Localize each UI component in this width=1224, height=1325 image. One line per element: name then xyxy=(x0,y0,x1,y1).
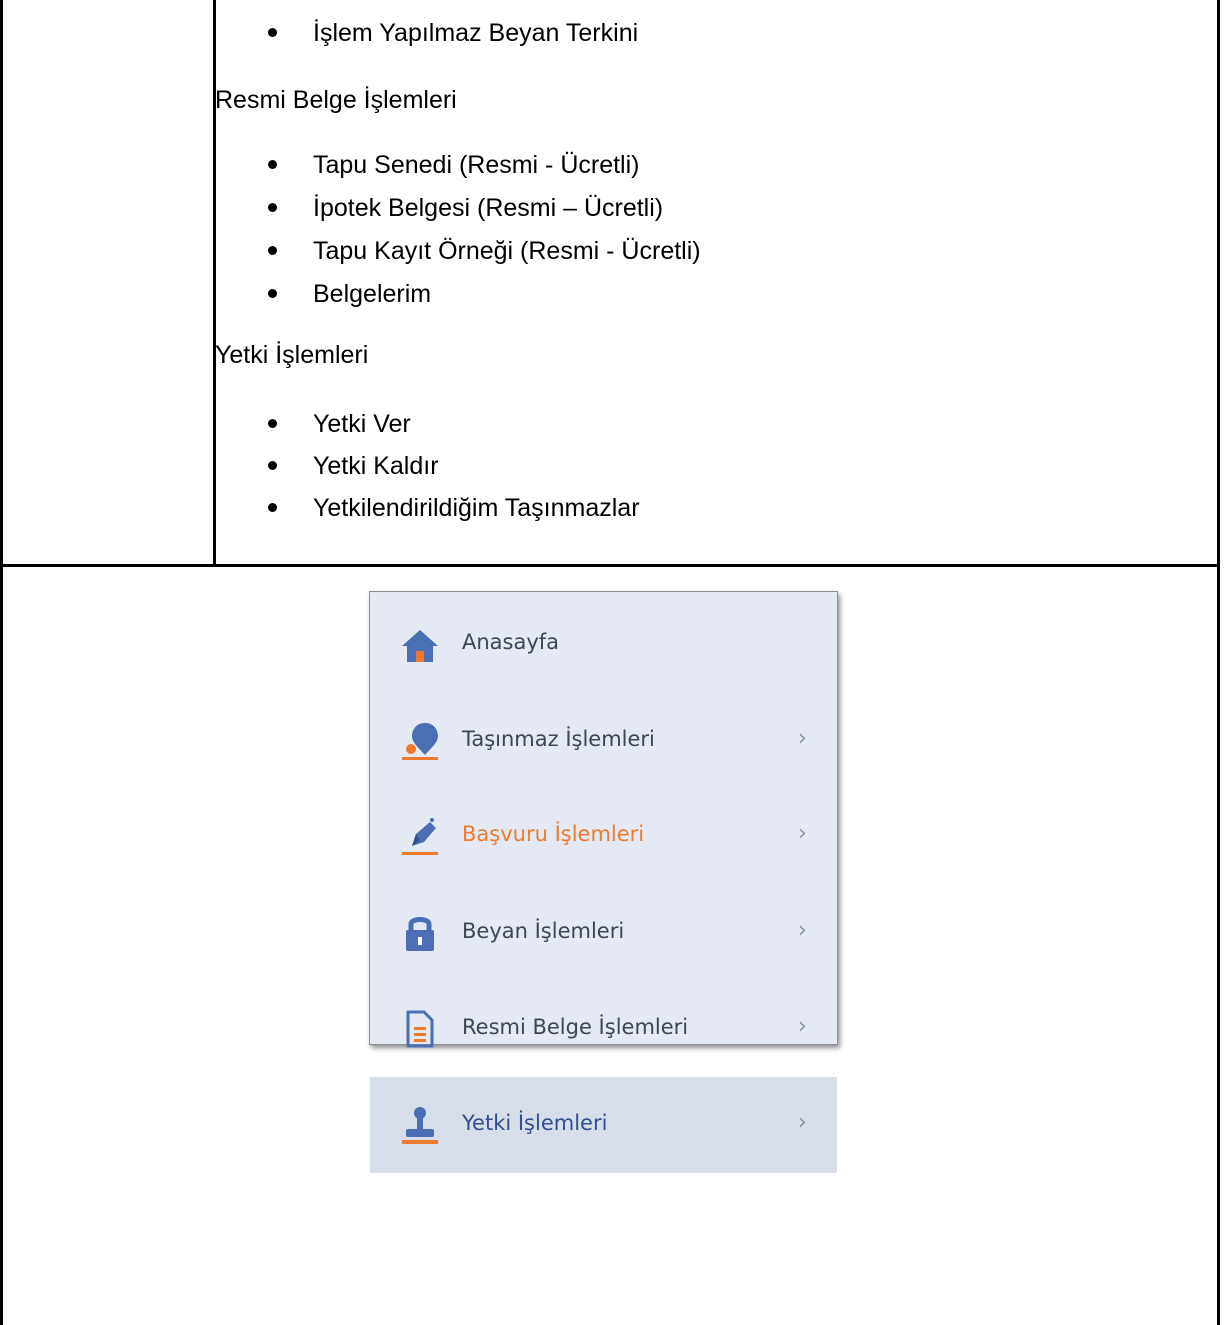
list-item: Tapu Senedi (Resmi - Ücretli) xyxy=(313,151,640,179)
bullet xyxy=(268,246,277,255)
section-heading-resmi-belge: Resmi Belge İşlemleri xyxy=(215,86,457,114)
bullet xyxy=(268,419,277,428)
list-item: Belgelerim xyxy=(313,280,432,308)
list-item: Yetkilendirildiğim Taşınmazlar xyxy=(313,494,640,522)
menu-item-yetki[interactable]: Yetki İşlemleri › xyxy=(370,1077,837,1173)
lock-icon xyxy=(406,917,434,951)
menu-item-resmi-belge[interactable]: Resmi Belge İşlemleri › xyxy=(370,981,837,1077)
document-icon xyxy=(406,1010,434,1048)
chevron-right-icon: › xyxy=(798,1110,807,1135)
list-item: İşlem Yapılmaz Beyan Terkini xyxy=(313,19,639,47)
menu-item-basvuru[interactable]: Başvuru İşlemleri › xyxy=(370,788,837,884)
sidebar-menu-screenshot: Anasayfa Taşınmaz İşlemleri › Başvuru İş… xyxy=(369,591,838,1173)
list-item: Tapu Kayıt Örneği (Resmi - Ücretli) xyxy=(313,237,701,265)
menu-item-label: Taşınmaz İşlemleri xyxy=(462,727,655,751)
menu-item-label: Anasayfa xyxy=(462,630,560,654)
bullet xyxy=(268,461,277,470)
bullet xyxy=(268,289,277,298)
menu-item-anasayfa[interactable]: Anasayfa xyxy=(370,596,837,692)
stamp-icon xyxy=(402,1107,438,1144)
chevron-right-icon: › xyxy=(798,821,807,846)
bullet xyxy=(268,203,277,212)
menu-item-label: Beyan İşlemleri xyxy=(462,919,625,943)
list-item: İpotek Belgesi (Resmi – Ücretli) xyxy=(313,194,664,222)
list-item: Yetki Ver xyxy=(313,410,411,438)
chevron-right-icon: › xyxy=(798,918,807,943)
table-border-right xyxy=(1217,0,1220,1325)
menu-item-label: Yetki İşlemleri xyxy=(462,1111,608,1135)
bullet xyxy=(268,503,277,512)
home-icon xyxy=(402,630,438,662)
menu-item-tasinmaz[interactable]: Taşınmaz İşlemleri › xyxy=(370,693,837,789)
menu-item-beyan[interactable]: Beyan İşlemleri › xyxy=(370,885,837,981)
table-border-left xyxy=(0,0,3,1325)
table-row-divider xyxy=(0,564,1220,567)
chevron-right-icon: › xyxy=(798,1014,807,1039)
menu-item-label: Resmi Belge İşlemleri xyxy=(462,1015,689,1039)
menu-item-label: Başvuru İşlemleri xyxy=(462,822,645,846)
list-item: Yetki Kaldır xyxy=(313,452,439,480)
pen-icon xyxy=(402,818,438,855)
bullet xyxy=(268,160,277,169)
section-heading-yetki: Yetki İşlemleri xyxy=(215,341,369,369)
chevron-right-icon: › xyxy=(798,726,807,751)
bullet xyxy=(268,28,277,37)
map-pin-icon xyxy=(402,723,438,760)
